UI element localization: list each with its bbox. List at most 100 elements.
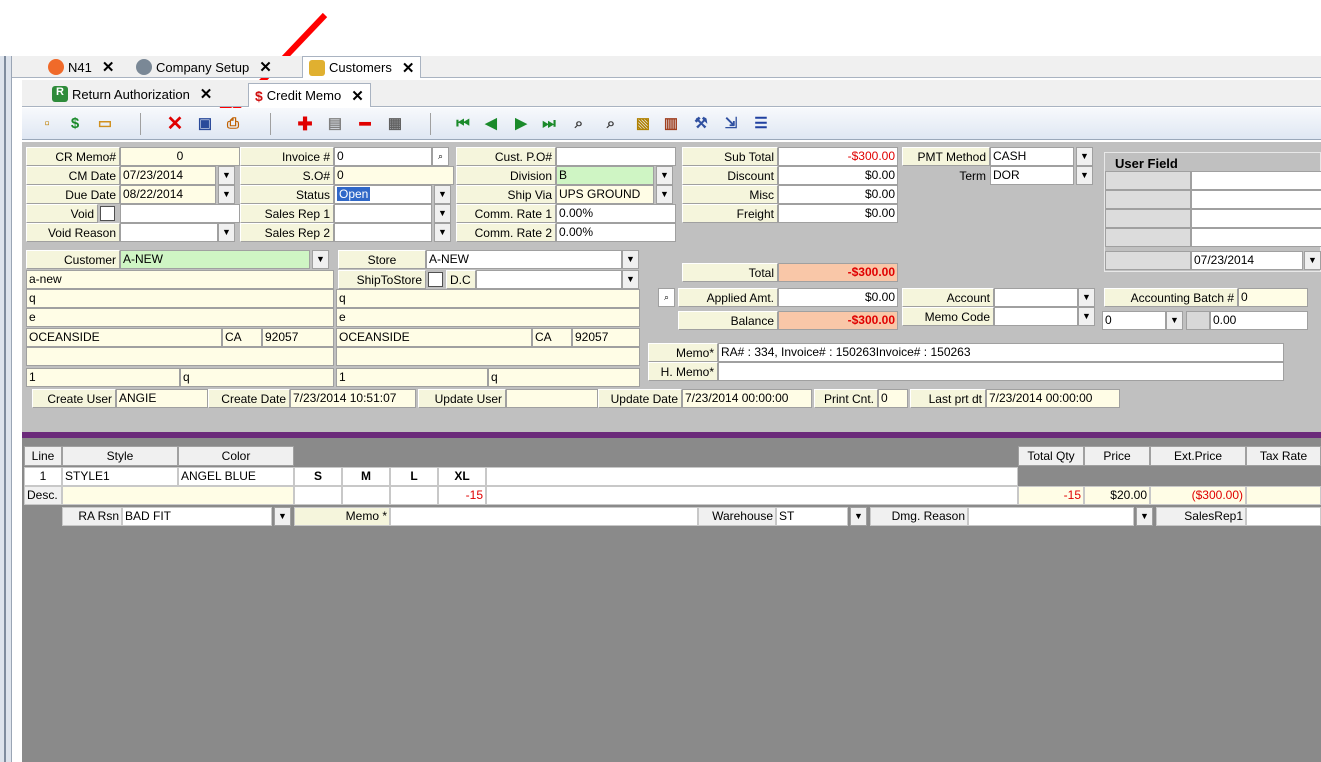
chevron-down-icon[interactable]: ▼ bbox=[656, 166, 673, 185]
qty-s[interactable] bbox=[294, 486, 342, 505]
batch-sub-field[interactable]: 0 bbox=[1102, 311, 1166, 330]
term-field[interactable]: DOR bbox=[990, 166, 1074, 185]
note-icon[interactable]: ▧ bbox=[634, 115, 652, 133]
prev-record-icon[interactable]: ◀ bbox=[482, 115, 500, 133]
store-state-field[interactable]: CA bbox=[532, 328, 572, 347]
cust-po-field[interactable] bbox=[556, 147, 676, 166]
so-field[interactable]: 0 bbox=[334, 166, 454, 185]
chevron-down-icon[interactable]: ▼ bbox=[1078, 307, 1095, 326]
void-checkbox[interactable] bbox=[100, 206, 115, 221]
tab-customers[interactable]: Customers ✕ bbox=[302, 56, 422, 78]
close-icon[interactable]: ✕ bbox=[402, 59, 415, 77]
chevron-down-icon[interactable]: ▼ bbox=[434, 185, 451, 204]
tools-icon[interactable]: ⚒ bbox=[692, 115, 710, 133]
customer-addr2-field[interactable]: e bbox=[26, 308, 334, 327]
user-field-4[interactable] bbox=[1191, 228, 1321, 247]
user-field-1[interactable] bbox=[1191, 171, 1321, 190]
account-field[interactable] bbox=[994, 288, 1078, 307]
batch-amount-field[interactable]: 0.00 bbox=[1210, 311, 1308, 330]
store-zip-field[interactable]: 92057 bbox=[572, 328, 640, 347]
chevron-down-icon[interactable]: ▼ bbox=[434, 223, 451, 242]
dmg-reason-field[interactable] bbox=[968, 507, 1134, 526]
find-icon[interactable]: ⌕ bbox=[570, 115, 588, 133]
customer-fax-field[interactable]: q bbox=[180, 368, 334, 387]
new-icon[interactable]: ▫ bbox=[38, 115, 56, 133]
save-icon[interactable]: ▣ bbox=[196, 115, 214, 133]
chevron-down-icon[interactable]: ▼ bbox=[274, 507, 291, 526]
find-next-icon[interactable]: ⌕ bbox=[602, 115, 620, 133]
chevron-down-icon[interactable]: ▼ bbox=[218, 166, 235, 185]
line-sales-rep1-field[interactable] bbox=[1246, 507, 1321, 526]
store-field[interactable]: A-NEW bbox=[426, 250, 622, 269]
chevron-down-icon[interactable]: ▼ bbox=[434, 204, 451, 223]
chevron-down-icon[interactable]: ▼ bbox=[312, 250, 329, 269]
col-header-style[interactable]: Style bbox=[62, 446, 178, 466]
col-header-line[interactable]: Line bbox=[24, 446, 62, 466]
print-icon[interactable]: ⎙ bbox=[224, 115, 242, 133]
misc-field[interactable]: $0.00 bbox=[778, 185, 898, 204]
user-field-date[interactable]: 07/23/2014 bbox=[1191, 251, 1303, 270]
store-phone-field[interactable]: 1 bbox=[336, 368, 488, 387]
close-icon[interactable]: ✕ bbox=[102, 58, 115, 76]
invoice-field[interactable]: 0 bbox=[334, 147, 432, 166]
qty-m[interactable] bbox=[342, 486, 390, 505]
freight-field[interactable]: $0.00 bbox=[778, 204, 898, 223]
store-fax-field[interactable]: q bbox=[488, 368, 640, 387]
col-header-tax-rate[interactable]: Tax Rate bbox=[1246, 446, 1321, 466]
cell-line[interactable]: 1 bbox=[24, 467, 62, 486]
ship-to-store-checkbox[interactable] bbox=[428, 272, 443, 287]
cr-memo-field[interactable]: 0 bbox=[120, 147, 240, 166]
chevron-down-icon[interactable]: ▼ bbox=[1136, 507, 1153, 526]
open-folder-icon[interactable]: ▭ bbox=[96, 115, 114, 133]
add-line-icon[interactable]: ✚ bbox=[296, 115, 314, 133]
refresh-icon[interactable]: $ bbox=[66, 115, 84, 133]
customer-state-field[interactable]: CA bbox=[222, 328, 262, 347]
discount-field[interactable]: $0.00 bbox=[778, 166, 898, 185]
chevron-down-icon[interactable]: ▼ bbox=[622, 250, 639, 269]
user-field-3[interactable] bbox=[1191, 209, 1321, 228]
memo-field[interactable]: RA# : 334, Invoice# : 150263Invoice# : 1… bbox=[718, 343, 1284, 362]
comm-rate1-field[interactable]: 0.00% bbox=[556, 204, 676, 223]
ra-rsn-field[interactable]: BAD FIT bbox=[122, 507, 272, 526]
customer-zip-field[interactable]: 92057 bbox=[262, 328, 334, 347]
tab-credit-memo[interactable]: $ Credit Memo ✕ bbox=[248, 83, 371, 107]
report-icon[interactable]: ▥ bbox=[662, 115, 680, 133]
col-header-color[interactable]: Color bbox=[178, 446, 294, 466]
cell-style[interactable]: STYLE1 bbox=[62, 467, 178, 486]
division-field[interactable]: B bbox=[556, 166, 654, 185]
due-date-field[interactable]: 08/22/2014 bbox=[120, 185, 216, 204]
chevron-down-icon[interactable]: ▼ bbox=[1166, 311, 1183, 330]
cm-date-field[interactable]: 07/23/2014 bbox=[120, 166, 216, 185]
store-addr2-field[interactable]: e bbox=[336, 308, 640, 327]
memo-code-field[interactable] bbox=[994, 307, 1078, 326]
list-icon[interactable]: ☰ bbox=[752, 115, 770, 133]
remove-line-icon[interactable]: ━ bbox=[356, 115, 374, 133]
search-icon[interactable]: ⌕ bbox=[658, 288, 675, 307]
close-icon[interactable]: ✕ bbox=[259, 58, 272, 76]
col-header-price[interactable]: Price bbox=[1084, 446, 1150, 466]
void-reason-field[interactable] bbox=[120, 223, 218, 242]
tab-n41[interactable]: N41 ✕ bbox=[42, 56, 120, 78]
close-icon[interactable]: ✕ bbox=[200, 85, 213, 103]
close-icon[interactable]: ✕ bbox=[351, 87, 364, 105]
next-record-icon[interactable]: ▶ bbox=[512, 115, 530, 133]
qty-l[interactable] bbox=[390, 486, 438, 505]
customer-country-field[interactable] bbox=[26, 347, 334, 366]
search-icon[interactable]: ⌕ bbox=[432, 147, 449, 166]
tab-return-authorization[interactable]: R Return Authorization ✕ bbox=[46, 83, 218, 105]
store-country-field[interactable] bbox=[336, 347, 640, 366]
store-city-field[interactable]: OCEANSIDE bbox=[336, 328, 532, 347]
delete-icon[interactable]: ✕ bbox=[166, 114, 184, 134]
void-blank-field[interactable] bbox=[120, 204, 240, 223]
cell-color[interactable]: ANGEL BLUE bbox=[178, 467, 294, 486]
chevron-down-icon[interactable]: ▼ bbox=[850, 507, 867, 526]
export-icon[interactable]: ⇲ bbox=[722, 115, 740, 133]
chevron-down-icon[interactable]: ▼ bbox=[1076, 166, 1093, 185]
last-record-icon[interactable]: ⏭ bbox=[540, 115, 558, 133]
store-addr1-field[interactable]: q bbox=[336, 289, 640, 308]
qty-xl[interactable]: -15 bbox=[438, 486, 486, 505]
status-field[interactable]: Open bbox=[334, 185, 432, 204]
grid-icon[interactable]: ▦ bbox=[386, 115, 404, 133]
customer-name-field[interactable]: a-new bbox=[26, 270, 334, 289]
col-header-ext-price[interactable]: Ext.Price bbox=[1150, 446, 1246, 466]
